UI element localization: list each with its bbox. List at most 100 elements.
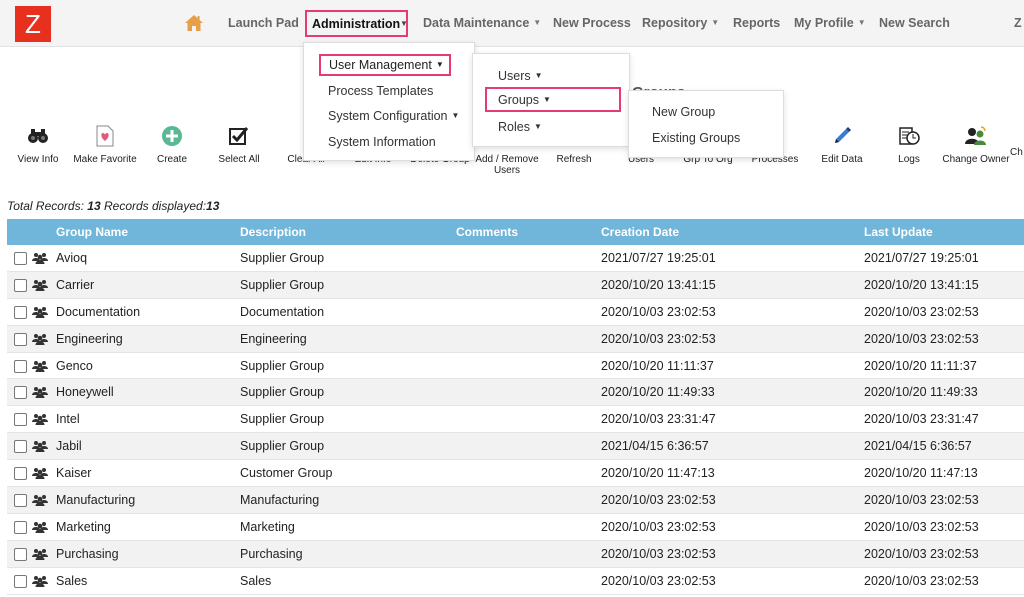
chevron-down-icon: ▼ xyxy=(533,18,542,27)
cell-group-name[interactable]: Jabil xyxy=(56,439,82,453)
table-row[interactable]: Marketing Marketing 2020/10/03 23:02:53 202… xyxy=(7,514,1024,541)
row-checkbox[interactable] xyxy=(14,574,27,588)
nav-new-process[interactable]: New Process xyxy=(553,16,631,30)
nav-repository[interactable]: Repository ▼ xyxy=(642,16,719,30)
cell-group-name[interactable]: Documentation xyxy=(56,305,140,319)
menu-new-group[interactable]: New Group xyxy=(652,105,715,119)
cell-description: Manufacturing xyxy=(240,493,320,508)
cell-last-update: 2020/10/03 23:02:53 xyxy=(864,331,979,346)
toolbar-view-info[interactable]: View Info xyxy=(3,124,73,165)
cell-creation-date: 2020/10/03 23:31:47 xyxy=(601,412,716,427)
table-row[interactable]: Engineering Engineering 2020/10/03 23:02:5… xyxy=(7,325,1024,353)
nav-data-maintenance[interactable]: Data Maintenance ▼ xyxy=(423,16,541,30)
menu-system-configuration[interactable]: System Configuration ▼ xyxy=(328,109,459,123)
nav-reports[interactable]: Reports xyxy=(733,16,780,30)
row-checkbox[interactable] xyxy=(14,332,27,346)
row-checkbox[interactable] xyxy=(14,547,27,561)
change-owner-icon xyxy=(965,126,986,145)
nav-launch-pad[interactable]: Launch Pad xyxy=(228,16,299,30)
column-header-comments[interactable]: Comments xyxy=(456,225,518,239)
toolbar-edit-data[interactable]: Edit Data xyxy=(807,124,877,165)
group-icon xyxy=(32,279,48,291)
column-header-last-update[interactable]: Last Update xyxy=(864,225,933,239)
groups-table: Group Name Description Comments Creation… xyxy=(7,219,1024,595)
table-row[interactable]: Purchasing Purchasing 2020/10/03 23:02:53 2… xyxy=(7,540,1024,568)
admin-dropdown-menu: User Management ▼ Process Templates Syste… xyxy=(303,42,475,161)
chevron-down-icon: ▼ xyxy=(435,60,444,69)
cell-group-name[interactable]: Sales xyxy=(56,574,87,588)
chevron-down-icon: ▼ xyxy=(857,18,866,27)
menu-system-information[interactable]: System Information xyxy=(328,135,436,149)
nav-new-search[interactable]: New Search xyxy=(879,16,950,30)
cell-group-name[interactable]: Intel xyxy=(56,412,80,426)
cell-group-name[interactable]: Kaiser xyxy=(56,466,91,480)
app-logo[interactable]: Z xyxy=(15,6,51,42)
logs-icon xyxy=(899,127,920,145)
toolbar-make-favorite[interactable]: Make Favorite xyxy=(70,124,140,165)
home-icon[interactable] xyxy=(184,13,204,33)
table-row[interactable]: Documentation Documentation 2020/10/03 23:… xyxy=(7,299,1024,326)
top-nav: Z Launch Pad Administration ▼ Data Maint… xyxy=(0,0,1024,47)
table-header: Group Name Description Comments Creation… xyxy=(7,219,1024,245)
nav-user-initial[interactable]: Z xyxy=(1014,16,1022,30)
table-row[interactable]: Honeywell Supplier Group 2020/10/20 11:49:… xyxy=(7,379,1024,407)
cell-description: Supplier Group xyxy=(240,412,325,427)
table-row[interactable]: Carrier Supplier Group 2020/10/20 13:41:15… xyxy=(7,271,1024,299)
cell-creation-date: 2020/10/03 23:02:53 xyxy=(601,331,716,346)
cell-group-name[interactable]: Avioq xyxy=(56,251,87,265)
table-row[interactable]: Sales Sales 2020/10/03 23:02:53 2020/10/03 … xyxy=(7,568,1024,595)
group-icon xyxy=(32,387,48,399)
menu-existing-groups[interactable]: Existing Groups xyxy=(652,131,740,145)
chevron-down-icon: ▼ xyxy=(534,71,543,80)
nav-administration[interactable]: Administration xyxy=(305,10,409,37)
table-row[interactable]: Avioq Supplier Group 2021/07/27 19:25:01 20… xyxy=(7,245,1024,272)
cell-description: Supplier Group xyxy=(240,385,325,400)
group-icon xyxy=(32,333,48,345)
toolbar-logs[interactable]: Logs xyxy=(874,124,944,165)
row-checkbox[interactable] xyxy=(14,413,27,427)
toolbar-change-owner[interactable]: Change Owner xyxy=(941,124,1011,165)
menu-groups[interactable]: Groups ▼ xyxy=(485,87,621,112)
favorite-doc-icon xyxy=(96,125,114,147)
cell-group-name[interactable]: Genco xyxy=(56,359,93,373)
row-checkbox[interactable] xyxy=(14,252,27,265)
toolbar-ch-partial[interactable]: Ch xyxy=(1010,147,1024,158)
row-checkbox[interactable] xyxy=(14,520,27,534)
row-checkbox[interactable] xyxy=(14,494,27,508)
column-header-group-name[interactable]: Group Name xyxy=(56,225,128,239)
table-row[interactable]: Kaiser Customer Group 2020/10/20 11:47:13 2… xyxy=(7,460,1024,488)
cell-group-name[interactable]: Honeywell xyxy=(56,385,114,399)
nav-my-profile[interactable]: My Profile ▼ xyxy=(794,16,866,30)
cell-creation-date: 2020/10/03 23:02:53 xyxy=(601,519,716,534)
row-checkbox[interactable] xyxy=(14,440,27,454)
row-checkbox[interactable] xyxy=(14,305,27,319)
table-row[interactable]: Jabil Supplier Group 2021/04/15 6:36:57 202… xyxy=(7,433,1024,461)
chevron-down-icon: ▼ xyxy=(711,18,720,27)
menu-roles[interactable]: Roles ▼ xyxy=(498,120,542,134)
cell-group-name[interactable]: Purchasing xyxy=(56,547,119,561)
cell-group-name[interactable]: Engineering xyxy=(56,332,123,346)
toolbar-create[interactable]: Create xyxy=(137,124,207,165)
menu-process-templates[interactable]: Process Templates xyxy=(328,84,433,98)
toolbar-select-all[interactable]: Select All xyxy=(204,124,274,165)
row-checkbox[interactable] xyxy=(14,467,27,481)
cell-group-name[interactable]: Carrier xyxy=(56,278,94,292)
row-checkbox[interactable] xyxy=(14,386,27,400)
menu-users[interactable]: Users ▼ xyxy=(498,69,543,83)
user-management-submenu: Users ▼ Groups ▼ Roles ▼ xyxy=(472,53,630,147)
row-checkbox[interactable] xyxy=(14,359,27,373)
cell-group-name[interactable]: Manufacturing xyxy=(56,493,135,507)
cell-last-update: 2020/10/03 23:02:53 xyxy=(864,546,979,561)
table-row[interactable]: Intel Supplier Group 2020/10/03 23:31:47 20… xyxy=(7,406,1024,434)
cell-creation-date: 2020/10/20 11:11:37 xyxy=(601,358,714,373)
column-header-creation-date[interactable]: Creation Date xyxy=(601,225,679,239)
cell-creation-date: 2020/10/20 13:41:15 xyxy=(601,277,716,292)
table-row[interactable]: Manufacturing Manufacturing 2020/10/03 23:… xyxy=(7,487,1024,514)
plus-circle-icon xyxy=(162,126,182,146)
checkbox-icon xyxy=(229,127,249,145)
table-row[interactable]: Genco Supplier Group 2020/10/20 11:11:37 20… xyxy=(7,353,1024,380)
cell-group-name[interactable]: Marketing xyxy=(56,520,111,534)
column-header-description[interactable]: Description xyxy=(240,225,306,239)
menu-user-management[interactable]: User Management ▼ xyxy=(319,54,451,76)
row-checkbox[interactable] xyxy=(14,278,27,292)
